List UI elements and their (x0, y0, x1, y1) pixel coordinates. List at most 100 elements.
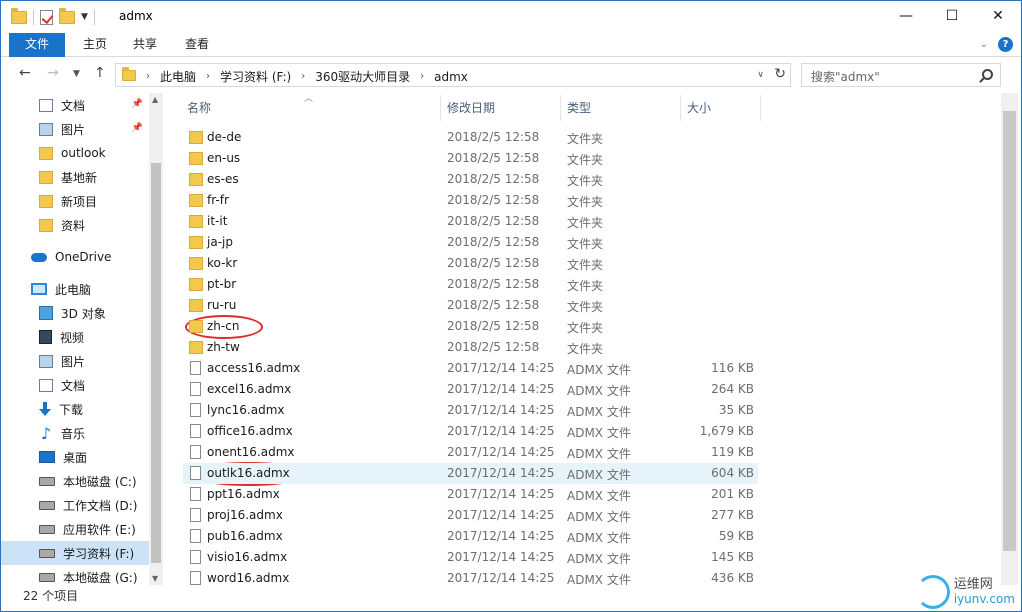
column-divider[interactable] (680, 95, 681, 121)
sidebar-item[interactable]: 3D 对象 (1, 301, 149, 325)
sidebar-item[interactable]: 此电脑 (1, 277, 149, 301)
sidebar-item[interactable]: ♪ 音乐 (1, 421, 149, 445)
table-row[interactable]: ru-ru 2018/2/5 12:58 文件夹 (183, 295, 758, 316)
table-row[interactable]: excel16.admx 2017/12/14 14:25 ADMX 文件 264 K… (183, 379, 758, 400)
table-row[interactable]: ko-kr 2018/2/5 12:58 文件夹 (183, 253, 758, 274)
file-type: ADMX 文件 (567, 384, 631, 398)
table-row[interactable]: visio16.admx 2017/12/14 14:25 ADMX 文件 145 K… (183, 547, 758, 568)
table-row[interactable]: outlk16.admx 2017/12/14 14:25 ADMX 文件 604 K… (183, 463, 758, 484)
tab-view[interactable]: 查看 (177, 33, 217, 57)
table-row[interactable]: lync16.admx 2017/12/14 14:25 ADMX 文件 35 KB (183, 400, 758, 421)
close-button[interactable]: ✕ (975, 1, 1021, 31)
file-name: onent16.admx (207, 445, 295, 459)
column-divider[interactable] (440, 95, 441, 121)
file-list-scrollbar[interactable] (1001, 93, 1018, 585)
table-row[interactable]: fr-fr 2018/2/5 12:58 文件夹 (183, 190, 758, 211)
properties-icon[interactable] (40, 9, 53, 25)
table-row[interactable]: en-us 2018/2/5 12:58 文件夹 (183, 148, 758, 169)
column-header-size[interactable]: 大小 (687, 99, 711, 116)
sidebar-item[interactable]: 本地磁盘 (G:) (1, 565, 149, 585)
file-name: ppt16.admx (207, 487, 280, 501)
sidebar-item-label: outlook (61, 146, 106, 160)
breadcrumb-drive-f[interactable]: 学习资料 (F:) (220, 68, 291, 85)
chevron-right-icon[interactable]: › (301, 71, 305, 82)
sidebar-item[interactable]: 视频 (1, 325, 149, 349)
sidebar-item[interactable]: 资料 (1, 213, 149, 237)
customize-toolbar-chevron-icon[interactable]: ▼ (81, 12, 88, 22)
chevron-right-icon[interactable]: › (146, 71, 150, 82)
address-dropdown-chevron-icon[interactable]: ∨ (757, 70, 764, 80)
chevron-right-icon[interactable]: › (206, 71, 210, 82)
picture-icon (39, 354, 53, 368)
chevron-right-icon[interactable]: › (420, 71, 424, 82)
column-header-name[interactable]: 名称 (187, 99, 211, 116)
column-header-date[interactable]: 修改日期 (447, 99, 495, 116)
table-row[interactable]: zh-cn 2018/2/5 12:58 文件夹 (183, 316, 758, 337)
pin-icon[interactable]: 📌 (132, 99, 143, 109)
sidebar-item[interactable]: 工作文档 (D:) (1, 493, 149, 517)
sidebar-item[interactable]: 新项目 (1, 189, 149, 213)
table-row[interactable]: pub16.admx 2017/12/14 14:25 ADMX 文件 59 KB (183, 526, 758, 547)
pin-icon[interactable]: 📌 (132, 123, 143, 133)
sidebar-item-label: 图片 (61, 354, 86, 369)
column-divider[interactable] (560, 95, 561, 121)
back-arrow-icon[interactable]: ← (19, 65, 31, 81)
file-type: 文件夹 (567, 258, 604, 272)
refresh-icon[interactable]: ↻ (774, 66, 786, 82)
sidebar-item[interactable]: 基地新 (1, 165, 149, 189)
table-row[interactable]: onent16.admx 2017/12/14 14:25 ADMX 文件 119 K… (183, 442, 758, 463)
table-row[interactable]: word16.admx 2017/12/14 14:25 ADMX 文件 436 KB (183, 568, 758, 585)
help-icon[interactable]: ? (998, 37, 1013, 52)
table-row[interactable]: ja-jp 2018/2/5 12:58 文件夹 (183, 232, 758, 253)
scroll-up-icon[interactable]: ▲ (152, 95, 158, 104)
sidebar-item[interactable]: 桌面 (1, 445, 149, 469)
minimize-button[interactable]: — (883, 1, 929, 31)
sidebar-item[interactable]: 图片 📌 (1, 117, 149, 141)
table-row[interactable]: it-it 2018/2/5 12:58 文件夹 (183, 211, 758, 232)
folder-icon (189, 278, 203, 291)
sidebar-item[interactable]: 文档 (1, 373, 149, 397)
sidebar-item-label: 视频 (60, 330, 85, 345)
tab-share[interactable]: 共享 (125, 33, 165, 57)
table-row[interactable]: es-es 2018/2/5 12:58 文件夹 (183, 169, 758, 190)
column-header-type[interactable]: 类型 (567, 99, 591, 116)
breadcrumb-admx[interactable]: admx (434, 70, 468, 84)
recent-locations-chevron-icon[interactable]: ▼ (73, 69, 80, 79)
table-row[interactable]: zh-tw 2018/2/5 12:58 文件夹 (183, 337, 758, 358)
sidebar-item[interactable]: 本地磁盘 (C:) (1, 469, 149, 493)
breadcrumb-driver-folder[interactable]: 360驱动大师目录 (315, 68, 410, 85)
file-icon (190, 445, 201, 459)
file-name: es-es (207, 172, 239, 186)
navigation-bar: ← → ▼ ↑ › 此电脑 › 学习资料 (F:) › 360驱动大师目录 › … (1, 59, 1021, 91)
column-divider[interactable] (760, 95, 761, 121)
breadcrumb-this-pc[interactable]: 此电脑 (160, 68, 196, 85)
tab-file[interactable]: 文件 (9, 33, 65, 57)
sidebar-item[interactable]: 图片 (1, 349, 149, 373)
sidebar-item[interactable]: OneDrive (1, 245, 149, 269)
navigation-pane-scrollbar[interactable]: ▲ ▼ (149, 93, 163, 585)
tab-home[interactable]: 主页 (75, 33, 115, 57)
new-folder-icon[interactable] (59, 7, 75, 24)
table-row[interactable]: office16.admx 2017/12/14 14:25 ADMX 文件 1,67… (183, 421, 758, 442)
maximize-button[interactable]: ☐ (929, 1, 975, 31)
sidebar-item-label: 图片 (61, 122, 86, 137)
forward-arrow-icon[interactable]: → (47, 65, 59, 81)
table-row[interactable]: de-de 2018/2/5 12:58 文件夹 (183, 127, 758, 148)
scrollbar-thumb[interactable] (1003, 111, 1016, 551)
scroll-down-icon[interactable]: ▼ (152, 574, 158, 583)
table-row[interactable]: proj16.admx 2017/12/14 14:25 ADMX 文件 277 KB (183, 505, 758, 526)
scrollbar-thumb[interactable] (151, 163, 161, 563)
search-input[interactable]: 搜索"admx" (801, 63, 1001, 87)
up-arrow-icon[interactable]: ↑ (94, 65, 106, 81)
sidebar-item[interactable]: 应用软件 (E:) (1, 517, 149, 541)
search-icon[interactable] (982, 69, 993, 80)
sidebar-item[interactable]: 学习资料 (F:) (1, 541, 149, 565)
expand-ribbon-chevron-icon[interactable]: ⌄ (980, 39, 988, 50)
sidebar-item[interactable]: outlook (1, 141, 149, 165)
table-row[interactable]: access16.admx 2017/12/14 14:25 ADMX 文件 116 … (183, 358, 758, 379)
table-row[interactable]: pt-br 2018/2/5 12:58 文件夹 (183, 274, 758, 295)
sidebar-item[interactable]: 下载 (1, 397, 149, 421)
address-bar[interactable]: › 此电脑 › 学习资料 (F:) › 360驱动大师目录 › admx ∨ ↻ (115, 63, 791, 87)
table-row[interactable]: ppt16.admx 2017/12/14 14:25 ADMX 文件 201 KB (183, 484, 758, 505)
sidebar-item[interactable]: 文档 📌 (1, 93, 149, 117)
